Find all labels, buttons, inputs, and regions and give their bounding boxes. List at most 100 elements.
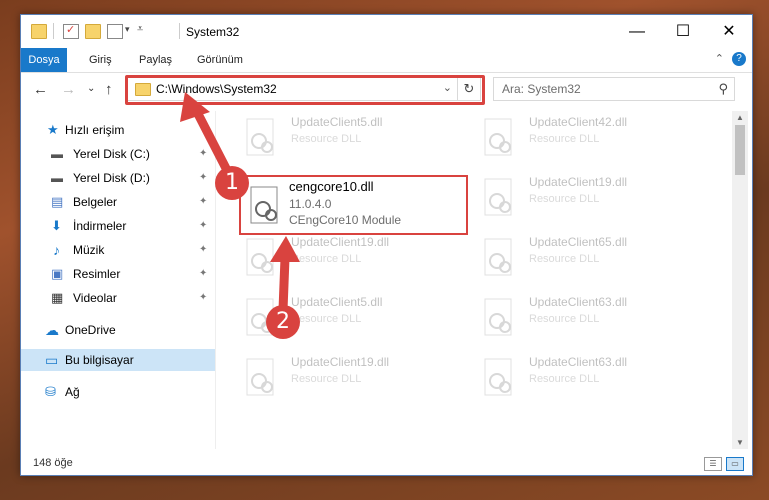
sidebar-item-label: Yerel Disk (C:) (73, 147, 150, 161)
file-item[interactable]: UpdateClient65.dll Resource DLL (481, 231, 701, 283)
sidebar-item-label: Belgeler (73, 195, 118, 209)
recent-locations-button[interactable]: ⌄ (87, 83, 95, 94)
sidebar-item-local-disk-d[interactable]: ▬ Yerel Disk (D:) ✦ (21, 167, 215, 189)
sidebar-item-local-disk-c[interactable]: ▬ Yerel Disk (C:) ✦ (21, 143, 215, 165)
ribbon-expand-icon[interactable]: ⌃ (715, 52, 724, 65)
scroll-down-icon[interactable]: ▼ (732, 438, 748, 447)
music-icon: ♪ (53, 242, 60, 258)
search-input[interactable]: Ara: System32 (502, 82, 581, 96)
window-title: System32 (186, 25, 240, 39)
customize-icon[interactable] (107, 24, 123, 39)
file-name: UpdateClient65.dll (529, 235, 628, 249)
sidebar-item-onedrive[interactable]: ☁ OneDrive (21, 319, 215, 341)
up-button[interactable]: ↑ (105, 81, 113, 98)
properties-icon[interactable]: ✓ (63, 24, 79, 39)
chevron-down-icon[interactable]: ▾ (125, 24, 130, 35)
pin-icon: ✦ (199, 244, 208, 255)
navigation-pane: ★ Hızlı erişim ▬ Yerel Disk (C:) ✦ ▬ Yer… (21, 111, 215, 449)
file-item[interactable]: UpdateClient19.dll Resource DLL (481, 171, 701, 223)
file-name: UpdateClient19.dll (291, 235, 390, 249)
dll-file-icon (484, 238, 512, 276)
sidebar-item-label: İndirmeler (73, 219, 127, 233)
ribbon-tabs: Dosya Giriş Paylaş Görünüm ⌃ ? (21, 48, 752, 73)
file-name: cengcore10.dll (289, 179, 374, 194)
maximize-button[interactable]: ☐ (660, 15, 706, 48)
sidebar-item-quick-access[interactable]: ★ Hızlı erişim (21, 119, 215, 141)
file-item[interactable]: UpdateClient5.dll Resource DLL (243, 111, 463, 163)
file-type: Resource DLL (529, 313, 600, 325)
sidebar-item-label: Müzik (73, 243, 105, 257)
file-type: Resource DLL (291, 373, 362, 385)
tab-view[interactable]: Görünüm (187, 48, 253, 72)
download-icon: ⬇ (51, 218, 62, 233)
dll-file-icon (250, 186, 278, 224)
sidebar-item-label: Videolar (73, 291, 117, 305)
sidebar-item-this-pc[interactable]: ▭ Bu bilgisayar (21, 349, 215, 371)
callout-1: 1 (215, 166, 249, 200)
highlighted-file-item[interactable]: cengcore10.dll 11.0.4.0 CEngCore10 Modul… (239, 175, 468, 235)
tiles-view-icon[interactable]: ▭ (726, 457, 744, 471)
sidebar-item-network[interactable]: ⛁ Ağ (21, 381, 215, 403)
tab-home[interactable]: Giriş (79, 48, 122, 72)
sidebar-item-music[interactable]: ♪ Müzik ✦ (21, 239, 215, 261)
sidebar-item-downloads[interactable]: ⬇ İndirmeler ✦ (21, 215, 215, 237)
pin-icon: ✦ (199, 172, 208, 183)
divider (179, 23, 180, 39)
file-type: Resource DLL (291, 133, 362, 145)
title-bar: ✓ ▾ ⩡ System32 — ☐ ✕ (21, 15, 752, 48)
dll-file-icon (246, 358, 274, 396)
help-icon[interactable]: ? (732, 52, 746, 66)
file-name: UpdateClient19.dll (291, 355, 390, 369)
sidebar-item-documents[interactable]: ▤ Belgeler ✦ (21, 191, 215, 213)
item-count: 148 öğe (33, 457, 73, 469)
dll-file-icon (246, 118, 274, 156)
file-name: UpdateClient42.dll (529, 115, 628, 129)
file-item[interactable]: UpdateClient42.dll Resource DLL (481, 111, 701, 163)
file-type: Resource DLL (529, 193, 600, 205)
file-description: CEngCore10 Module (289, 213, 402, 227)
file-type: Resource DLL (291, 253, 362, 265)
tab-file[interactable]: Dosya (21, 48, 67, 72)
tab-share[interactable]: Paylaş (129, 48, 182, 72)
search-box[interactable]: Ara: System32 ⚲ (493, 77, 735, 101)
address-highlight-box (125, 75, 485, 105)
scroll-thumb[interactable] (735, 125, 745, 175)
pane-divider[interactable] (215, 111, 216, 449)
minimize-button[interactable]: — (614, 15, 660, 48)
file-item[interactable]: UpdateClient19.dll Resource DLL (243, 351, 463, 403)
drive-icon: ▬ (51, 171, 63, 185)
file-item[interactable]: UpdateClient63.dll Resource DLL (481, 351, 701, 403)
sidebar-item-videos[interactable]: ▦ Videolar ✦ (21, 287, 215, 309)
close-button[interactable]: ✕ (706, 15, 752, 48)
videos-icon: ▦ (51, 290, 64, 305)
forward-button[interactable]: → (61, 81, 76, 98)
folder-icon (31, 24, 47, 39)
file-name: UpdateClient63.dll (529, 355, 628, 369)
search-icon[interactable]: ⚲ (718, 81, 728, 97)
divider (53, 23, 54, 39)
file-type: Resource DLL (529, 133, 600, 145)
pin-icon: ✦ (199, 196, 208, 207)
network-icon: ⛁ (45, 384, 56, 399)
vertical-scrollbar[interactable]: ▲ ▼ (732, 111, 748, 449)
quick-access-toolbar-dropdown-icon[interactable]: ⩡ (137, 23, 143, 36)
dll-file-icon (484, 178, 512, 216)
file-name: UpdateClient63.dll (529, 295, 628, 309)
pin-icon: ✦ (199, 292, 208, 303)
details-view-icon[interactable]: ☰ (704, 457, 722, 471)
dll-file-icon (484, 118, 512, 156)
explorer-window: ✓ ▾ ⩡ System32 — ☐ ✕ Dosya Giriş Paylaş … (20, 14, 753, 476)
file-version: 11.0.4.0 (289, 197, 332, 211)
new-folder-icon[interactable] (85, 24, 101, 39)
file-item[interactable]: UpdateClient19.dll Resource DLL (243, 231, 463, 283)
sidebar-item-label: Yerel Disk (D:) (73, 171, 150, 185)
back-button[interactable]: ← (33, 81, 48, 98)
file-type: Resource DLL (529, 373, 600, 385)
scroll-up-icon[interactable]: ▲ (732, 113, 748, 122)
pin-icon: ✦ (199, 268, 208, 279)
sidebar-item-pictures[interactable]: ▣ Resimler ✦ (21, 263, 215, 285)
sidebar-item-label: Ağ (65, 385, 80, 399)
file-name: UpdateClient5.dll (291, 115, 383, 129)
sidebar-item-label: Hızlı erişim (65, 123, 125, 137)
file-item[interactable]: UpdateClient63.dll Resource DLL (481, 291, 701, 343)
